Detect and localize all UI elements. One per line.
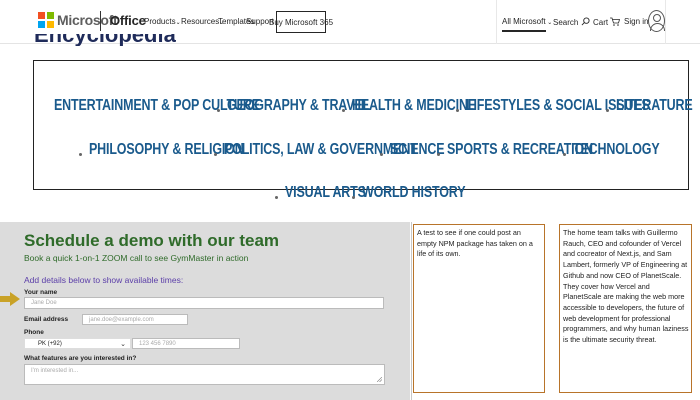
phone-input[interactable]: 123 456 7890 xyxy=(132,338,240,349)
bullet xyxy=(342,109,345,112)
topic-link[interactable]: VISUAL ARTS xyxy=(285,184,366,202)
phone-label: Phone xyxy=(24,329,44,336)
logo-square-red xyxy=(38,12,45,19)
logo-square-blue xyxy=(38,21,45,28)
nav-resources-label: Resources xyxy=(181,17,220,26)
bullet xyxy=(456,109,459,112)
header-separator xyxy=(496,0,497,44)
bullet xyxy=(217,109,220,112)
panel-separator xyxy=(411,222,412,400)
bullet xyxy=(563,153,566,156)
all-microsoft-label: All Microsoft xyxy=(502,17,546,32)
arrow-right-icon xyxy=(0,292,20,306)
search-button[interactable]: Search xyxy=(553,17,590,27)
user-avatar-icon[interactable] xyxy=(648,10,665,32)
article-card[interactable]: A test to see if one could post an empty… xyxy=(413,224,545,393)
page: Microsoft Office Products⌄ Resources⌄ Te… xyxy=(0,0,700,400)
topic-link[interactable]: SCIENCE xyxy=(390,141,445,159)
bullet xyxy=(79,153,82,156)
nav-products-label: Products xyxy=(144,17,176,26)
features-placeholder: I'm interested in... xyxy=(31,368,79,374)
demo-subtitle: Book a quick 1-on-1 ZOOM call to see Gym… xyxy=(24,253,249,263)
microsoft-logo-icon[interactable] xyxy=(38,12,54,28)
bullet xyxy=(606,109,609,112)
article-card[interactable]: The home team talks with Guillermo Rauch… xyxy=(559,224,692,393)
resize-handle-icon[interactable] xyxy=(377,377,382,382)
email-label: Email address xyxy=(24,316,69,323)
topic-link[interactable]: SPORTS & RECREATION xyxy=(447,141,593,159)
bullet xyxy=(437,153,440,156)
add-details-heading: Add details below to show available time… xyxy=(24,275,184,285)
chevron-down-icon: ⌄ xyxy=(545,20,553,26)
chevron-down-icon: ⌄ xyxy=(120,341,126,348)
all-microsoft-menu[interactable]: All Microsoft ⌄ xyxy=(502,17,553,32)
nav-products[interactable]: Products⌄ xyxy=(144,17,181,26)
features-textarea[interactable]: I'm interested in... xyxy=(24,364,385,385)
email-input[interactable]: jane.doe@example.com xyxy=(82,314,188,325)
topic-link[interactable]: TECHNOLOGY xyxy=(573,141,660,159)
cut-off-heading: Encyclopedia xyxy=(34,34,204,46)
demo-form-panel: Schedule a demo with our team Book a qui… xyxy=(0,222,410,400)
cart-label: Cart xyxy=(593,18,609,27)
bullet xyxy=(275,196,278,199)
topic-link[interactable]: HEALTH & MEDICINE xyxy=(352,97,476,115)
demo-title: Schedule a demo with our team xyxy=(24,231,280,250)
topic-link[interactable]: PHILOSOPHY & RELIGION xyxy=(89,141,244,159)
name-label: Your name xyxy=(24,289,58,296)
logo-square-yellow xyxy=(47,21,54,28)
country-select[interactable]: PK (+92) ⌄ xyxy=(24,338,131,349)
features-label: What features are you interested in? xyxy=(24,355,137,362)
signin-label: Sign in xyxy=(624,17,649,26)
logo-square-green xyxy=(47,12,54,19)
country-value: PK (+92) xyxy=(38,340,62,347)
topic-link[interactable]: LITERATURE xyxy=(616,97,693,115)
chevron-down-icon: ⌄ xyxy=(175,20,181,26)
bullet xyxy=(352,196,355,199)
cut-off-heading-text: Encyclopedia xyxy=(34,34,176,46)
name-placeholder: Jane Doe xyxy=(31,300,57,306)
search-label: Search xyxy=(553,18,579,27)
bullet xyxy=(214,153,217,156)
topic-link[interactable]: POLITICS, LAW & GOVERNMENT xyxy=(224,141,418,159)
buy-microsoft-365-button[interactable]: Buy Microsoft 365 xyxy=(269,11,333,33)
cart-icon xyxy=(610,17,621,26)
topic-link[interactable]: WORLD HISTORY xyxy=(362,184,466,202)
product-name[interactable]: Office xyxy=(110,13,146,28)
brand-name[interactable]: Microsoft xyxy=(57,12,118,28)
email-placeholder: jane.doe@example.com xyxy=(89,316,154,323)
signin-link[interactable]: Sign in xyxy=(624,17,648,26)
cart-button[interactable]: Cart xyxy=(593,17,621,27)
topics-box: ENTERTAINMENT & POP CULTURE GEOGRAPHY & … xyxy=(33,60,693,201)
search-icon xyxy=(581,17,590,26)
article-text: A test to see if one could post an empty… xyxy=(417,228,533,259)
header-separator xyxy=(665,0,666,44)
bullet xyxy=(380,153,383,156)
header-divider xyxy=(100,11,101,31)
topic-link[interactable]: GEOGRAPHY & TRAVEL xyxy=(227,97,370,115)
article-text: The home team talks with Guillermo Rauch… xyxy=(563,228,689,345)
phone-placeholder: 123 456 7890 xyxy=(139,340,176,347)
name-input[interactable]: Jane Doe xyxy=(24,297,384,309)
